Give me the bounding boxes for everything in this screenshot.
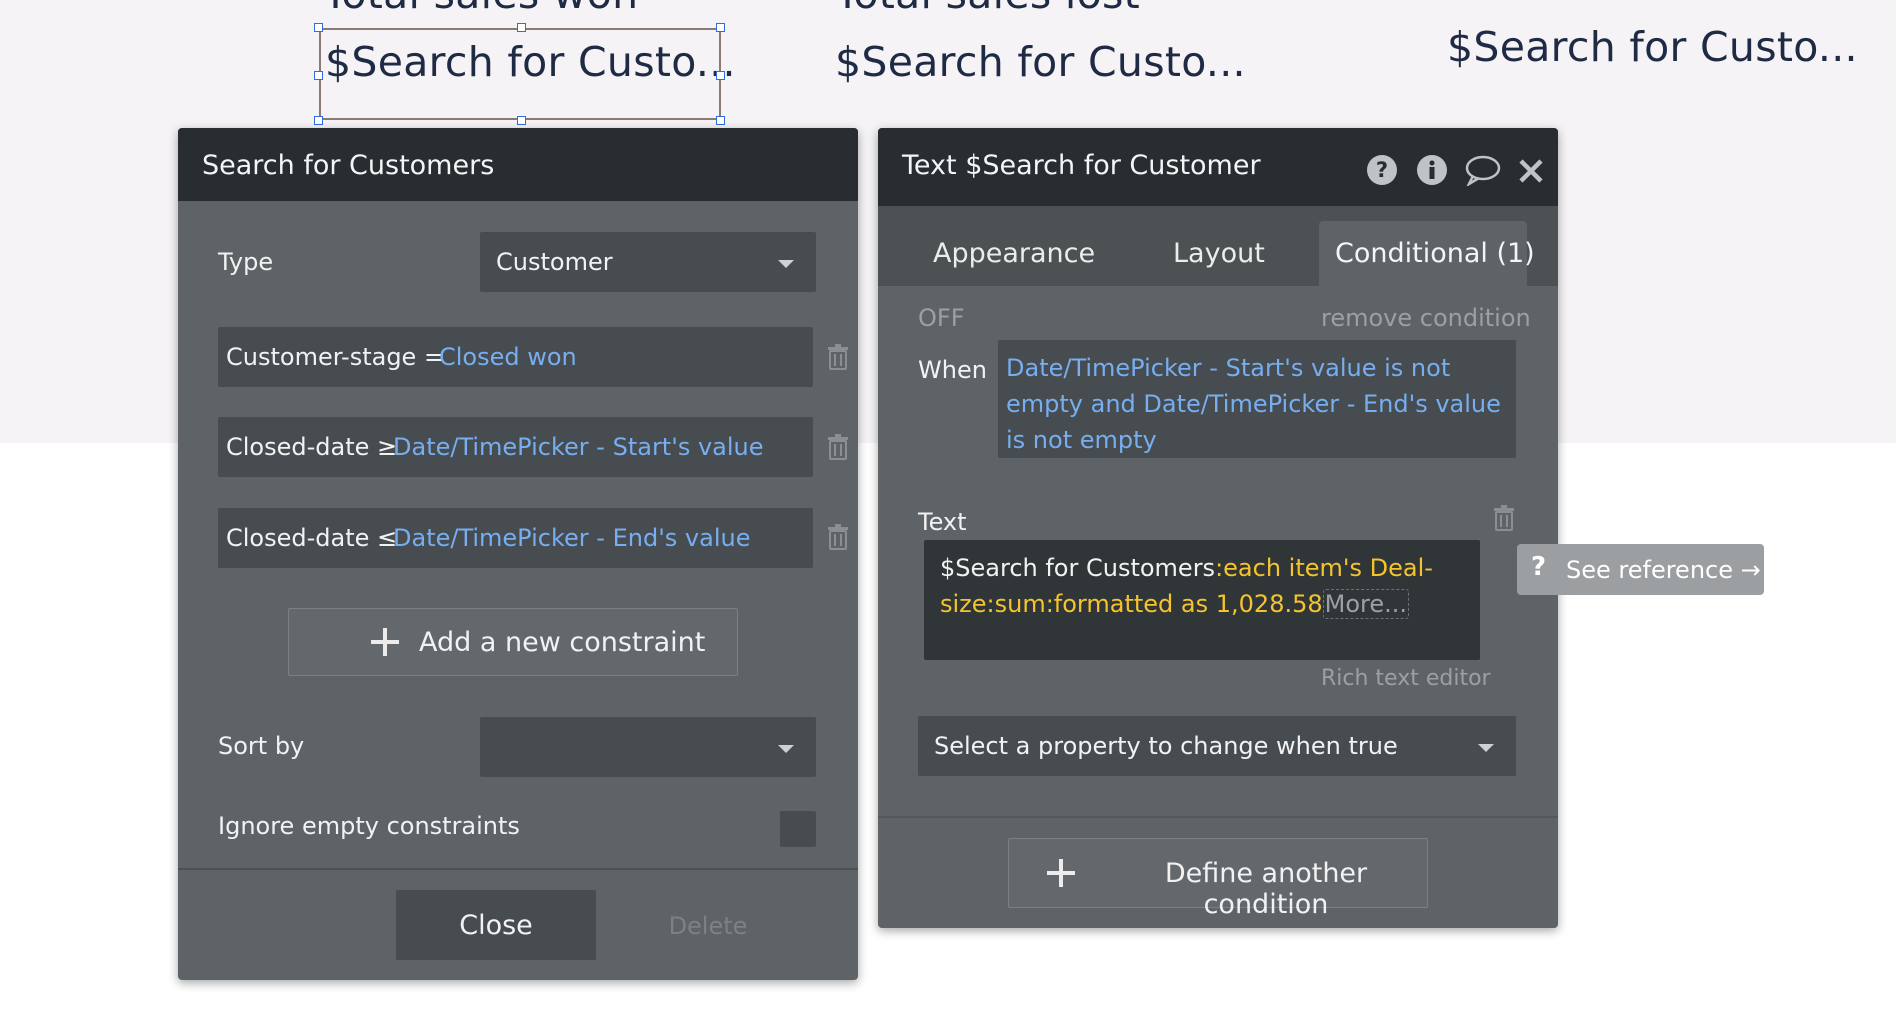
constraint-value[interactable]: Closed won xyxy=(439,343,577,371)
trash-icon[interactable] xyxy=(827,344,849,370)
chevron-down-icon xyxy=(778,745,794,753)
resize-handle-right[interactable] xyxy=(716,71,725,80)
rich-text-editor-link[interactable]: Rich text editor xyxy=(1321,666,1491,691)
more-link[interactable]: More... xyxy=(1322,589,1410,619)
text-value-content: $Search for Customers:each item's Deal-s… xyxy=(940,550,1440,622)
property-panel-header: Text $Search for Customer ? xyxy=(878,128,1558,206)
select-property-dropdown[interactable]: Select a property to change when true xyxy=(918,716,1516,776)
define-condition-label: Define another condition xyxy=(1164,858,1368,920)
heading-total-sales-lost[interactable]: Total sales lost xyxy=(835,0,1140,18)
canvas-text-element-3[interactable]: $Search for Custo... xyxy=(1447,23,1858,71)
remove-condition-link[interactable]: remove condition xyxy=(1321,304,1531,332)
type-dropdown[interactable]: Customer xyxy=(480,232,816,292)
trash-icon[interactable] xyxy=(1493,505,1515,531)
help-icon[interactable]: ? xyxy=(1366,154,1398,186)
trash-icon[interactable] xyxy=(827,524,849,550)
constraint-key: Customer-stage = xyxy=(226,343,445,371)
tab-appearance[interactable]: Appearance xyxy=(933,238,1095,269)
question-icon: ? xyxy=(1531,552,1547,582)
chevron-down-icon xyxy=(778,260,794,268)
define-another-condition-button[interactable]: Define another condition xyxy=(1008,838,1428,920)
see-reference-button[interactable]: ? See reference → xyxy=(1517,544,1764,595)
text-value-editor[interactable]: $Search for Customers:each item's Deal-s… xyxy=(924,540,1480,660)
search-panel-title: Search for Customers xyxy=(202,150,495,181)
ignore-empty-label: Ignore empty constraints xyxy=(218,812,520,840)
add-constraint-button[interactable]: Add a new constraint xyxy=(288,608,738,676)
svg-text:?: ? xyxy=(1376,158,1388,182)
see-reference-label: See reference → xyxy=(1566,556,1761,584)
close-button[interactable]: Close xyxy=(396,890,596,960)
delete-button-label: Delete xyxy=(668,912,748,940)
when-expression-text: Date/TimePicker - Start's value is not e… xyxy=(1006,354,1501,454)
constraint-row[interactable]: Customer-stage = Closed won xyxy=(218,327,813,387)
sort-by-dropdown[interactable] xyxy=(480,717,816,777)
off-status-label: OFF xyxy=(918,304,965,332)
text-value-plain: $Search for Customers xyxy=(940,554,1216,582)
constraint-row[interactable]: Closed-date ≥ Date/TimePicker - Start's … xyxy=(218,417,813,477)
type-dropdown-value: Customer xyxy=(496,248,613,276)
selection-outline xyxy=(319,28,721,120)
chevron-down-icon xyxy=(1478,744,1494,752)
resize-handle-left[interactable] xyxy=(314,71,323,80)
heading-total-sales-won[interactable]: Total sales won xyxy=(323,0,638,18)
resize-handle-bottom[interactable] xyxy=(517,116,526,125)
plus-icon xyxy=(1047,859,1075,887)
comment-icon[interactable] xyxy=(1464,154,1502,186)
constraint-key: Closed-date ≥ xyxy=(226,433,398,461)
text-label: Text xyxy=(918,508,967,536)
close-icon[interactable] xyxy=(1518,158,1544,184)
type-label: Type xyxy=(218,248,274,276)
constraint-value[interactable]: Date/TimePicker - Start's value xyxy=(393,433,764,461)
when-expression-field[interactable]: Date/TimePicker - Start's value is not e… xyxy=(998,340,1516,458)
ignore-empty-checkbox[interactable] xyxy=(780,811,816,847)
sort-by-label: Sort by xyxy=(218,732,305,760)
tab-conditional-label: Conditional (1) xyxy=(1335,238,1535,269)
resize-handle-bottom-left[interactable] xyxy=(314,116,323,125)
add-constraint-label: Add a new constraint xyxy=(419,627,706,658)
when-label: When xyxy=(918,356,987,384)
constraint-value[interactable]: Date/TimePicker - End's value xyxy=(393,524,750,552)
resize-handle-bottom-right[interactable] xyxy=(716,116,725,125)
property-editor-panel: Text $Search for Customer ? Appearance L… xyxy=(878,128,1558,928)
divider xyxy=(178,868,858,870)
resize-handle-top-right[interactable] xyxy=(716,23,725,32)
divider xyxy=(878,816,1558,818)
canvas-text-element-lost[interactable]: $Search for Custo... xyxy=(835,38,1246,86)
property-panel-title: Text $Search for Customer xyxy=(902,150,1261,181)
close-button-label: Close xyxy=(459,910,533,941)
constraint-row[interactable]: Closed-date ≤ Date/TimePicker - End's va… xyxy=(218,508,813,568)
constraint-key: Closed-date ≤ xyxy=(226,524,398,552)
select-property-placeholder: Select a property to change when true xyxy=(934,732,1398,760)
tab-conditional[interactable]: Conditional (1) xyxy=(1319,221,1535,287)
info-icon[interactable] xyxy=(1416,154,1448,186)
plus-icon xyxy=(371,628,399,656)
tab-layout[interactable]: Layout xyxy=(1173,238,1265,269)
resize-handle-top[interactable] xyxy=(517,23,526,32)
trash-icon[interactable] xyxy=(827,434,849,460)
search-customers-panel: Search for Customers Type Customer Custo… xyxy=(178,128,858,980)
delete-button[interactable]: Delete xyxy=(628,890,788,960)
search-panel-header: Search for Customers xyxy=(178,128,858,201)
resize-handle-top-left[interactable] xyxy=(314,23,323,32)
